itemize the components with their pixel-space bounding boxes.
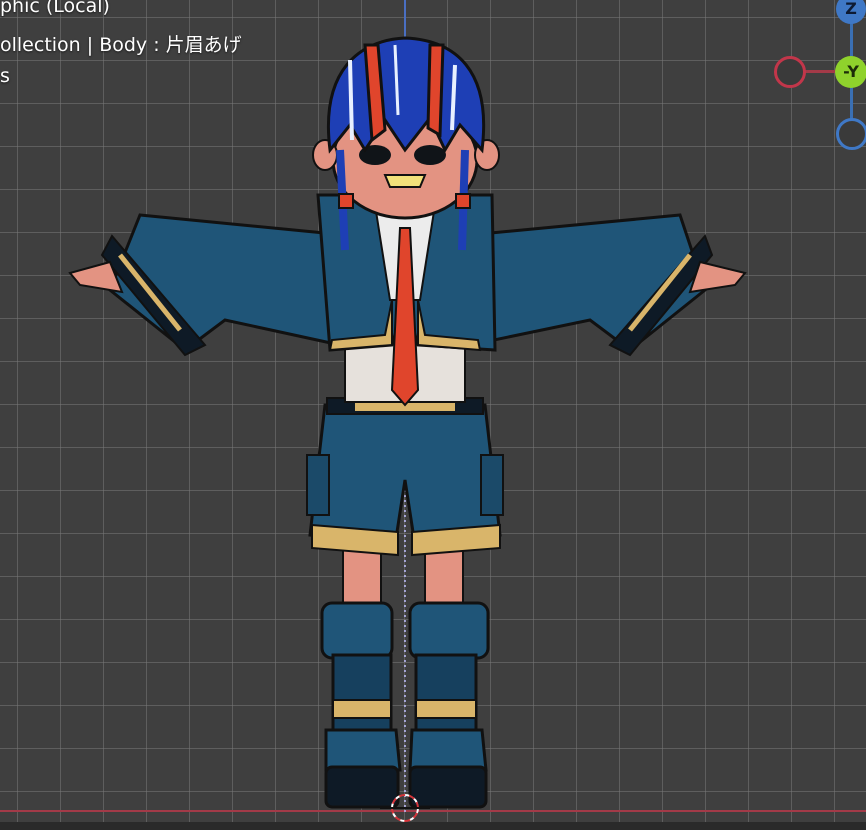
right-hand: [688, 260, 747, 294]
shorts: [308, 403, 502, 547]
right-pocket: [480, 454, 504, 516]
right-boot: [408, 601, 490, 809]
left-boot: [320, 601, 402, 809]
mouth: [383, 174, 427, 188]
scene-view[interactable]: [0, 0, 866, 830]
character-model[interactable]: [68, 36, 747, 809]
right-eye: [414, 145, 446, 165]
right-horn: [426, 43, 445, 138]
hair-highlight-1: [348, 59, 354, 141]
hair-clip-right: [455, 193, 471, 209]
gizmo-negative-z-button[interactable]: [836, 118, 866, 150]
hair-clip-left: [338, 193, 354, 209]
left-pocket: [306, 454, 330, 516]
viewport-bottom-edge: [0, 822, 866, 830]
viewport-mode-text: phic (Local): [0, 0, 110, 17]
gizmo-negative-x-button[interactable]: [774, 56, 806, 88]
viewport-extra-text: s: [0, 65, 10, 87]
3d-viewport[interactable]: phic (Local) ollection | Body : 片眉あげ s Z…: [0, 0, 866, 830]
viewport-collection-text: ollection | Body : 片眉あげ: [0, 34, 242, 56]
gizmo-negative-y-button[interactable]: -Y: [835, 56, 866, 88]
